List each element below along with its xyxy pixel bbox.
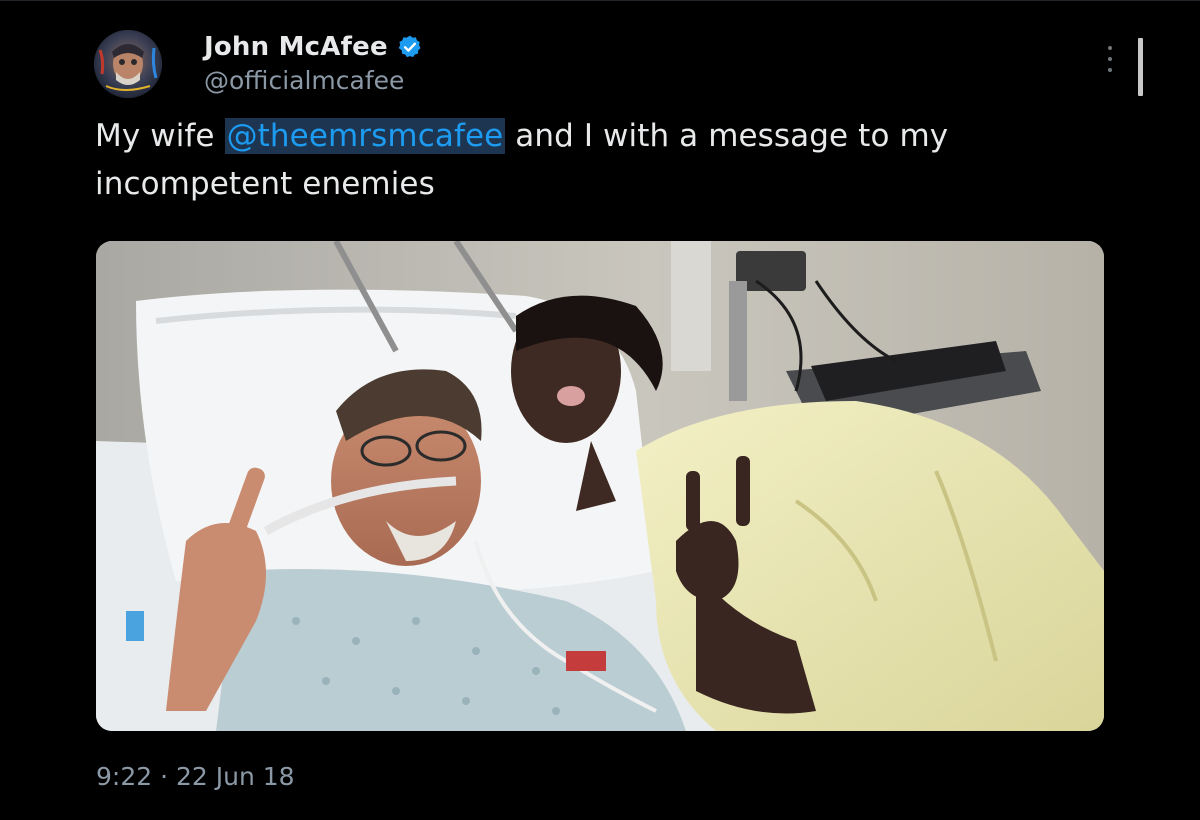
- top-divider: [0, 0, 1200, 1]
- author-avatar[interactable]: [94, 30, 162, 98]
- hospital-photo-image: [96, 241, 1104, 731]
- tweet-text-before: My wife: [95, 118, 225, 154]
- tweet-text: My wife @theemrsmcafee and I with a mess…: [95, 112, 1105, 208]
- author-name-row[interactable]: John McAfee: [204, 30, 423, 64]
- more-dot: [1108, 57, 1112, 61]
- author-handle[interactable]: @officialmcafee: [204, 66, 404, 95]
- more-options-icon[interactable]: [1100, 44, 1120, 74]
- tweet-time: 9:22: [96, 762, 153, 791]
- scrollbar-thumb[interactable]: [1138, 38, 1143, 96]
- mention-link[interactable]: @theemrsmcafee: [224, 118, 506, 154]
- verified-badge-icon: [398, 35, 421, 58]
- timestamp-separator: ·: [152, 762, 176, 791]
- tweet-photo[interactable]: [96, 241, 1104, 731]
- more-dot: [1108, 46, 1112, 50]
- tweet-timestamp[interactable]: 9:22 · 22 Jun 18: [96, 762, 295, 791]
- more-dot: [1108, 68, 1112, 72]
- tweet-date: 22 Jun 18: [175, 762, 295, 791]
- author-display-name[interactable]: John McAfee: [204, 32, 388, 62]
- avatar-image: [94, 30, 162, 98]
